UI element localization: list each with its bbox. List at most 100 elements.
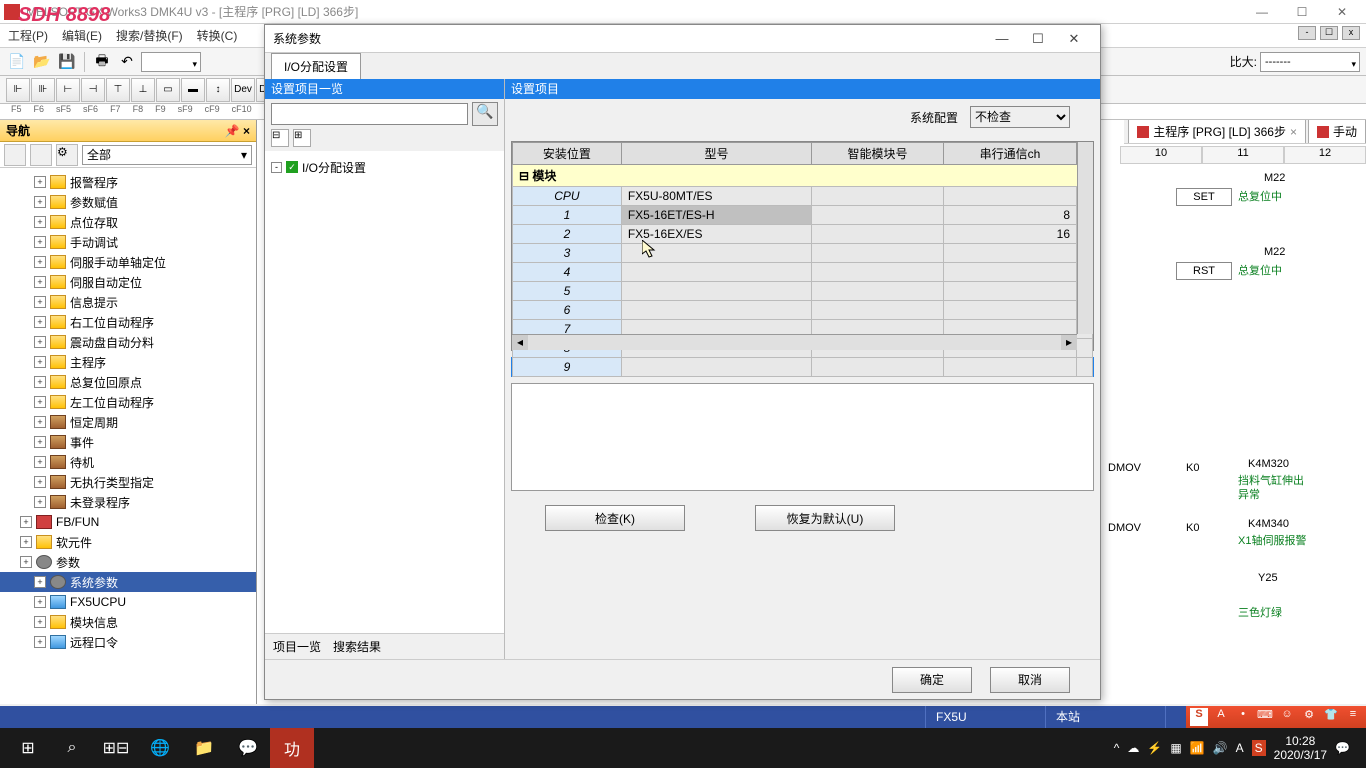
ladder-element[interactable]: M22 bbox=[1264, 246, 1285, 258]
window-close-button[interactable]: ✕ bbox=[1322, 0, 1362, 24]
taskbar[interactable]: ⊞ ⌕ ⊞⊟ 🌐 📁 💬 功 ^ ☁ ⚡ ▦ 📶 🔊 A S 10:28 202… bbox=[0, 728, 1366, 768]
mdi-max-button[interactable]: ☐ bbox=[1320, 26, 1338, 40]
ladder-element[interactable]: DMOV bbox=[1108, 522, 1141, 534]
nav-tool-1[interactable] bbox=[4, 144, 26, 166]
ladder-element[interactable]: K4M340 bbox=[1248, 518, 1289, 530]
nav-item[interactable]: +报警程序 bbox=[0, 172, 256, 192]
nav-item[interactable]: +参数 bbox=[0, 552, 256, 572]
ladder-element[interactable]: 异常 bbox=[1238, 486, 1260, 502]
start-button[interactable]: ⊞ bbox=[6, 728, 50, 768]
ladder-element[interactable]: 总复位中 bbox=[1238, 262, 1282, 278]
ld-btn-7[interactable]: ▭ bbox=[156, 78, 180, 102]
dialog-close-button[interactable]: ✕ bbox=[1056, 31, 1092, 47]
ld-btn-8[interactable]: ▬ bbox=[181, 78, 205, 102]
ld-btn-4[interactable]: ⊣ bbox=[81, 78, 105, 102]
check-button[interactable]: 检查(K) bbox=[545, 505, 685, 531]
mdi-min-button[interactable]: - bbox=[1298, 26, 1316, 40]
taskview-icon[interactable]: ⊞⊟ bbox=[94, 728, 138, 768]
ld-btn-1[interactable]: ⊩ bbox=[6, 78, 30, 102]
tab-manual[interactable]: 手动 bbox=[1308, 120, 1366, 143]
ladder-element[interactable]: K0 bbox=[1186, 462, 1199, 474]
nav-item[interactable]: +总复位回原点 bbox=[0, 372, 256, 392]
tray-wifi-icon[interactable]: 📶 bbox=[1190, 741, 1205, 755]
nav-item[interactable]: +未登录程序 bbox=[0, 492, 256, 512]
save-button[interactable]: 💾 bbox=[56, 51, 78, 73]
search-icon[interactable]: ⌕ bbox=[50, 728, 94, 768]
ime-toolbar[interactable]: S A•⌨☺⚙👕≡ bbox=[1186, 706, 1366, 728]
nav-pin-icon[interactable]: 📌 × bbox=[225, 124, 250, 138]
nav-item[interactable]: +远程口令 bbox=[0, 632, 256, 652]
menu-convert[interactable]: 转换(C) bbox=[197, 27, 238, 44]
nav-item[interactable]: +无执行类型指定 bbox=[0, 472, 256, 492]
ladder-element[interactable]: RST bbox=[1176, 262, 1232, 280]
window-min-button[interactable]: — bbox=[1242, 0, 1282, 24]
system-config-select[interactable]: 不检查 bbox=[970, 106, 1070, 128]
ladder-element[interactable]: 三色灯绿 bbox=[1238, 604, 1282, 620]
tray-up-icon[interactable]: ^ bbox=[1114, 741, 1120, 755]
ladder-element[interactable]: X1轴伺服报警 bbox=[1238, 532, 1306, 548]
nav-item[interactable]: +软元件 bbox=[0, 532, 256, 552]
nav-tool-2[interactable] bbox=[30, 144, 52, 166]
nav-item[interactable]: +左工位自动程序 bbox=[0, 392, 256, 412]
zoom-combo[interactable] bbox=[141, 52, 201, 72]
gxworks-taskbar-icon[interactable]: 功 bbox=[270, 728, 314, 768]
ld-btn-3[interactable]: ⊢ bbox=[56, 78, 80, 102]
ld-btn-6[interactable]: ⊥ bbox=[131, 78, 155, 102]
search-button[interactable]: 🔍 bbox=[472, 102, 498, 126]
tray-icon-3[interactable]: ▦ bbox=[1170, 741, 1181, 755]
ladder-element[interactable]: SET bbox=[1176, 188, 1232, 206]
tab-item-list[interactable]: 项目一览 bbox=[273, 638, 321, 655]
menu-project[interactable]: 工程(P) bbox=[8, 27, 48, 44]
nav-tool-gear[interactable]: ⚙ bbox=[56, 144, 78, 166]
restore-default-button[interactable]: 恢复为默认(U) bbox=[755, 505, 895, 531]
ladder-element[interactable]: M22 bbox=[1264, 172, 1285, 184]
menu-search[interactable]: 搜索/替换(F) bbox=[116, 27, 183, 44]
ld-btn-10[interactable]: Dev bbox=[231, 78, 255, 102]
dialog-max-button[interactable]: ☐ bbox=[1020, 31, 1056, 47]
ladder-element[interactable]: 总复位中 bbox=[1238, 188, 1282, 204]
ladder-element[interactable]: DMOV bbox=[1108, 462, 1141, 474]
nav-item[interactable]: +右工位自动程序 bbox=[0, 312, 256, 332]
print-button[interactable]: 🖶 bbox=[91, 51, 113, 73]
module-grid[interactable]: 安装位置型号智能模块号串行通信ch⊟ 模块CPUFX5U-80MT/ES1FX5… bbox=[511, 141, 1094, 351]
nav-item[interactable]: +FX5UCPU bbox=[0, 592, 256, 612]
tab-close-icon[interactable]: × bbox=[1290, 125, 1297, 139]
ld-btn-5[interactable]: ⊤ bbox=[106, 78, 130, 102]
chrome-icon[interactable]: 🌐 bbox=[138, 728, 182, 768]
ok-button[interactable]: 确定 bbox=[892, 667, 972, 693]
tree-collapse-button[interactable]: ⊟ bbox=[271, 129, 289, 147]
nav-item[interactable]: +主程序 bbox=[0, 352, 256, 372]
nav-item[interactable]: +模块信息 bbox=[0, 612, 256, 632]
nav-item[interactable]: +参数赋值 bbox=[0, 192, 256, 212]
grid-scrollbar-v[interactable] bbox=[1077, 142, 1093, 334]
settings-tree[interactable]: - ✓ I/O分配设置 bbox=[265, 151, 504, 633]
ld-btn-9[interactable]: ↕ bbox=[206, 78, 230, 102]
tray-icon-2[interactable]: ⚡ bbox=[1147, 741, 1162, 755]
window-max-button[interactable]: ☐ bbox=[1282, 0, 1322, 24]
ld-btn-2[interactable]: ⊪ bbox=[31, 78, 55, 102]
nav-item[interactable]: +手动调试 bbox=[0, 232, 256, 252]
wechat-icon[interactable]: 💬 bbox=[226, 728, 270, 768]
explorer-icon[interactable]: 📁 bbox=[182, 728, 226, 768]
nav-item[interactable]: +点位存取 bbox=[0, 212, 256, 232]
menu-edit[interactable]: 编辑(E) bbox=[62, 27, 102, 44]
ladder-element[interactable]: Y25 bbox=[1258, 572, 1278, 584]
tree-item-io-allocation[interactable]: - ✓ I/O分配设置 bbox=[271, 157, 498, 177]
nav-item[interactable]: +伺服手动单轴定位 bbox=[0, 252, 256, 272]
nav-filter-combo[interactable]: 全部 bbox=[82, 145, 252, 165]
tab-search-results[interactable]: 搜索结果 bbox=[333, 638, 381, 655]
nav-item[interactable]: +事件 bbox=[0, 432, 256, 452]
mdi-close-button[interactable]: x bbox=[1342, 26, 1360, 40]
nav-item[interactable]: +伺服自动定位 bbox=[0, 272, 256, 292]
taskbar-clock[interactable]: 10:28 2020/3/17 bbox=[1274, 734, 1327, 762]
new-button[interactable]: 📄 bbox=[6, 51, 28, 73]
open-button[interactable]: 📂 bbox=[31, 51, 53, 73]
tree-expand-button[interactable]: ⊞ bbox=[293, 129, 311, 147]
scale-combo[interactable]: ------- bbox=[1260, 52, 1360, 72]
grid-scrollbar-h[interactable]: ◂▸ bbox=[512, 334, 1077, 350]
tab-main-program[interactable]: 主程序 [PRG] [LD] 366步× bbox=[1128, 120, 1306, 143]
nav-item[interactable]: +恒定周期 bbox=[0, 412, 256, 432]
nav-item[interactable]: +系统参数 bbox=[0, 572, 256, 592]
undo-button[interactable]: ↶ bbox=[116, 51, 138, 73]
tab-io-allocation[interactable]: I/O分配设置 bbox=[271, 53, 361, 79]
